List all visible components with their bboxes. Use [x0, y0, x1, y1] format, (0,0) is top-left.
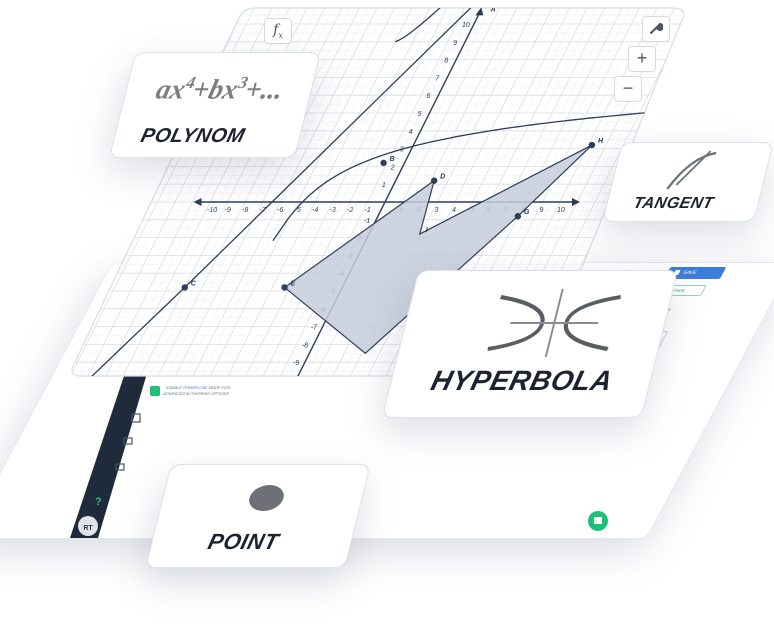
polynom-label: POLYNOM — [138, 125, 248, 147]
x-tick-label: -4 — [312, 207, 318, 214]
y-tick-label: 1 — [382, 182, 386, 189]
y-tick-label: 4 — [409, 129, 413, 136]
point-label-a: A — [490, 6, 496, 13]
tangent-label: TANGENT — [631, 195, 716, 212]
settings-button[interactable] — [642, 16, 670, 42]
chat-icon — [594, 517, 602, 524]
point-card[interactable]: POINT — [145, 464, 371, 568]
power-use-text-line2: ADVANCED AUTHORING OPTIONS — [161, 391, 231, 396]
tangent-card[interactable]: TANGENT — [602, 142, 774, 222]
polynom-card[interactable]: ax4+bx3+... POLYNOM — [108, 52, 322, 158]
hyperbola-label: HYPERBOLA — [428, 365, 617, 396]
y-tick-label: 6 — [426, 93, 430, 100]
x-tick-label: -9 — [225, 207, 231, 214]
x-tick-label: -3 — [330, 207, 336, 214]
wrench-icon — [650, 22, 664, 34]
grid-line — [72, 8, 108, 376]
point-label: POINT — [205, 529, 282, 554]
point-label-d: D — [440, 174, 445, 181]
point-c[interactable] — [181, 284, 188, 291]
y-tick-label: -8 — [302, 342, 308, 349]
point-icon — [246, 485, 287, 511]
y-tick-label: 2 — [390, 164, 395, 171]
point-b[interactable] — [380, 159, 387, 167]
x-tick-label: -1 — [365, 207, 371, 214]
point-d[interactable] — [430, 177, 438, 184]
x-tick-label: 10 — [557, 207, 565, 214]
power-use-link[interactable]: POWER USE — [182, 385, 209, 390]
hyperbola-card[interactable]: HYPERBOLA — [381, 270, 679, 418]
point-label-e: E — [291, 280, 296, 287]
x-tick-label: -8 — [242, 207, 248, 214]
y-tick-label: 5 — [418, 111, 422, 118]
x-tick-label: -10 — [207, 207, 217, 214]
y-tick-label: 10 — [462, 22, 470, 29]
function-button[interactable]: fx — [264, 18, 292, 44]
y-tick-label: 9 — [453, 40, 457, 47]
power-use-text: ENABLE POWER USE MODE FOR — [164, 385, 232, 390]
y-tick-label: -1 — [364, 218, 370, 225]
x-tick-label: -2 — [347, 207, 353, 214]
editor-sidebar — [70, 370, 148, 538]
tangent-icon — [666, 150, 717, 190]
y-tick-label: -9 — [293, 360, 299, 367]
x-tick-label: -6 — [277, 207, 283, 214]
chat-button[interactable] — [588, 511, 608, 531]
x-tick-label: 3 — [435, 207, 439, 214]
zoom-out-button[interactable]: − — [614, 76, 642, 102]
zoom-in-button[interactable]: + — [628, 46, 656, 72]
point-label-g: G — [524, 209, 530, 216]
point-h[interactable] — [588, 141, 596, 149]
function-sub: x — [278, 30, 283, 40]
point-label-b: B — [390, 156, 395, 163]
avatar[interactable]: RT — [78, 516, 98, 536]
hyperbola-icon — [487, 289, 621, 357]
help-icon[interactable]: ? — [95, 496, 102, 508]
x-tick-label: 4 — [452, 207, 456, 214]
point-g[interactable] — [514, 213, 522, 220]
avatar-initials: RT — [83, 525, 93, 532]
point-e[interactable] — [281, 284, 288, 291]
power-use-toggle-green[interactable] — [150, 386, 160, 396]
y-tick-label: -7 — [311, 325, 318, 332]
polynom-formula: ax4+bx3+... — [152, 73, 287, 106]
x-tick-label: 9 — [540, 207, 544, 214]
y-tick-label: 8 — [444, 58, 448, 65]
